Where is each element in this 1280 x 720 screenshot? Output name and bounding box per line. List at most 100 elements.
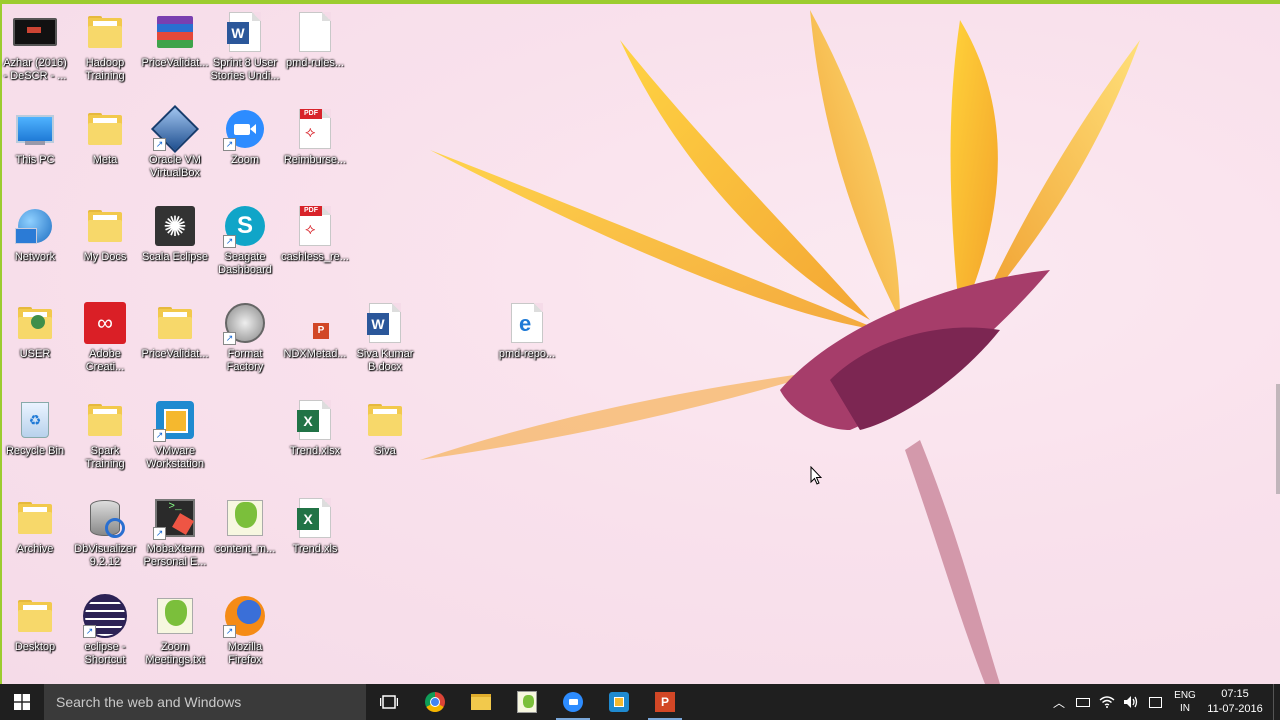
- desktop-icon-label: Trend.xlsx: [289, 445, 341, 457]
- excel-file-icon: X: [293, 496, 337, 540]
- screen-edge-scrollbar: [1276, 384, 1280, 494]
- desktop-icon-pmd-rules[interactable]: pmd-rules...: [280, 10, 350, 70]
- start-button[interactable]: [0, 684, 44, 720]
- desktop-icon-seagate-dashboard[interactable]: S ↗ Seagate Dashboard: [210, 204, 280, 277]
- desktop-icon-pricevalidat-folder[interactable]: PriceValidat...: [140, 301, 210, 361]
- task-view-button[interactable]: [366, 684, 412, 720]
- desktop-icon-label: PriceValidat...: [141, 348, 209, 360]
- edge-html-file-icon: e: [505, 301, 549, 345]
- desktop-icon-siva[interactable]: Siva: [350, 398, 420, 458]
- desktop-icon-trend-xls[interactable]: X Trend.xls: [280, 496, 350, 556]
- folder-icon: [13, 594, 57, 638]
- desktop-icon-this-pc[interactable]: This PC: [0, 107, 70, 167]
- desktop-icon-trend-xlsx[interactable]: X Trend.xlsx: [280, 398, 350, 458]
- desktop-icon-label: Recycle Bin: [5, 445, 65, 457]
- desktop-icon-label: Format Factory: [226, 348, 264, 373]
- notepad-plus-file-icon: [223, 496, 267, 540]
- seagate-icon: S ↗: [223, 204, 267, 248]
- desktop-icon-pricevalidat-archive[interactable]: PriceValidat...: [140, 10, 210, 70]
- folder-icon: [363, 398, 407, 442]
- power-icon[interactable]: [1071, 684, 1095, 720]
- task-view-icon: [380, 695, 398, 709]
- desktop-icon-label: MobaXterm Personal E...: [143, 543, 207, 568]
- desktop-icon-spark-training[interactable]: Spark Training: [70, 398, 140, 471]
- desktop-icon-label: Adobe Creati...: [85, 348, 125, 373]
- desktop-icon-firefox[interactable]: ↗ Mozilla Firefox: [210, 594, 280, 667]
- file-explorer-icon: [471, 694, 491, 710]
- desktop-icon-label: Oracle VM VirtualBox: [149, 154, 201, 179]
- system-tray: ︿ ENG IN 07:15 11-07-2016: [1047, 684, 1280, 720]
- desktop-icon-label: Spark Training: [85, 445, 125, 470]
- desktop-icon-label: Network: [14, 251, 56, 263]
- folder-icon: [83, 204, 127, 248]
- desktop-icon-mobaxterm[interactable]: >_ ↗ MobaXterm Personal E...: [140, 496, 210, 569]
- notepad-plus-file-icon: [153, 594, 197, 638]
- desktop-icon-reimburse-pdf[interactable]: PDF ⟡ Reimburse...: [280, 107, 350, 167]
- mouse-cursor-icon: [810, 466, 822, 485]
- vmware-icon: [609, 692, 629, 712]
- desktop-icon-label: Zoom: [230, 154, 260, 166]
- desktop-icon-pmd-repo[interactable]: e pmd-repo...: [492, 301, 562, 361]
- desktop-icon-desktop[interactable]: Desktop: [0, 594, 70, 654]
- desktop-icon-hadoop-training[interactable]: Hadoop Training: [70, 10, 140, 83]
- desktop-icon-label: NDXMetad...: [283, 348, 347, 360]
- desktop-icon-archive[interactable]: Archive: [0, 496, 70, 556]
- notepad-plus-icon: [517, 691, 537, 713]
- desktop-icon-azhar[interactable]: Azhar (2016) - DeSCR - ...: [0, 10, 70, 83]
- clock-date: 11-07-2016: [1207, 703, 1263, 715]
- desktop-icon-adobe-creative[interactable]: ∞ Adobe Creati...: [70, 301, 140, 374]
- desktop-icon-ndxmetad[interactable]: P NDXMetad...: [280, 301, 350, 361]
- desktop-icon-eclipse-shortcut[interactable]: ↗ eclipse - Shortcut: [70, 594, 140, 667]
- desktop-icon-user[interactable]: USER: [0, 301, 70, 361]
- desktop-icon-label: Siva: [374, 445, 396, 457]
- video-file-icon: [13, 10, 57, 54]
- desktop-icon-label: Desktop: [14, 641, 56, 653]
- show-hidden-icons-chevron-up-icon[interactable]: ︿: [1047, 684, 1071, 720]
- wifi-icon[interactable]: [1095, 684, 1119, 720]
- desktop-icon-siva-kumar-docx[interactable]: W Siva Kumar B.docx: [350, 301, 420, 374]
- volume-icon[interactable]: [1119, 684, 1143, 720]
- computer-icon: [13, 107, 57, 151]
- desktop-icon-network[interactable]: Network: [0, 204, 70, 264]
- desktop-icon-label: Azhar (2016) - DeSCR - ...: [3, 57, 67, 82]
- taskbar-vmware[interactable]: [596, 684, 642, 720]
- desktop-icon-zoom[interactable]: ↗ Zoom: [210, 107, 280, 167]
- desktop-icon-my-docs[interactable]: My Docs: [70, 204, 140, 264]
- powerpoint-file-icon: P: [293, 301, 337, 345]
- desktop-icon-scala-eclipse[interactable]: ✺ Scala Eclipse: [140, 204, 210, 264]
- adobe-creative-cloud-icon: ∞: [83, 301, 127, 345]
- folder-icon: [13, 496, 57, 540]
- desktop-icon-vmware[interactable]: ↗ VMware Workstation: [140, 398, 210, 471]
- desktop-icon-cashless-pdf[interactable]: PDF ⟡ cashless_re...: [280, 204, 350, 264]
- desktop-icon-label: My Docs: [83, 251, 127, 263]
- taskbar-powerpoint[interactable]: P: [642, 684, 688, 720]
- desktop-icon-label: Mozilla Firefox: [227, 641, 263, 666]
- desktop-icon-dbvisualizer[interactable]: DbVisualizer 9.2.12: [70, 496, 140, 569]
- action-center-icon[interactable]: [1143, 684, 1167, 720]
- desktop-icon-meta[interactable]: Meta: [70, 107, 140, 167]
- desktop-icon-zoom-meetings-txt[interactable]: Zoom Meetings.txt: [140, 594, 210, 667]
- desktop-icon-label: Sprint 8 User Stories Undi...: [210, 57, 280, 82]
- taskbar: Search the web and Windows P ︿ ENG IN 07…: [0, 684, 1280, 720]
- search-input[interactable]: Search the web and Windows: [44, 684, 366, 720]
- desktop-icon-sprint8-doc[interactable]: W Sprint 8 User Stories Undi...: [210, 10, 280, 83]
- desktop-icon-virtualbox[interactable]: ↗ Oracle VM VirtualBox: [140, 104, 210, 180]
- taskbar-zoom[interactable]: [550, 684, 596, 720]
- desktop-icon-format-factory[interactable]: ↗ Format Factory: [210, 301, 280, 374]
- taskbar-chrome[interactable]: [412, 684, 458, 720]
- word-document-icon: W: [363, 301, 407, 345]
- language-top: ENG: [1174, 690, 1196, 701]
- language-indicator[interactable]: ENG IN: [1167, 689, 1203, 715]
- desktop-icon-recycle-bin[interactable]: ♻ Recycle Bin: [0, 398, 70, 458]
- taskbar-file-explorer[interactable]: [458, 684, 504, 720]
- taskbar-notepad-plus[interactable]: [504, 684, 550, 720]
- desktop[interactable]: Azhar (2016) - DeSCR - ... Hadoop Traini…: [0, 0, 1280, 684]
- clock[interactable]: 07:15 11-07-2016: [1203, 687, 1267, 717]
- show-desktop-button[interactable]: [1273, 684, 1280, 720]
- desktop-icon-label: USER: [19, 348, 51, 360]
- desktop-icon-label: Archive: [16, 543, 54, 555]
- desktop-icon-label: Hadoop Training: [85, 57, 125, 82]
- desktop-icon-label: PriceValidat...: [141, 57, 209, 69]
- desktop-icon-label: content_m...: [214, 543, 276, 555]
- desktop-icon-content-m[interactable]: content_m...: [210, 496, 280, 556]
